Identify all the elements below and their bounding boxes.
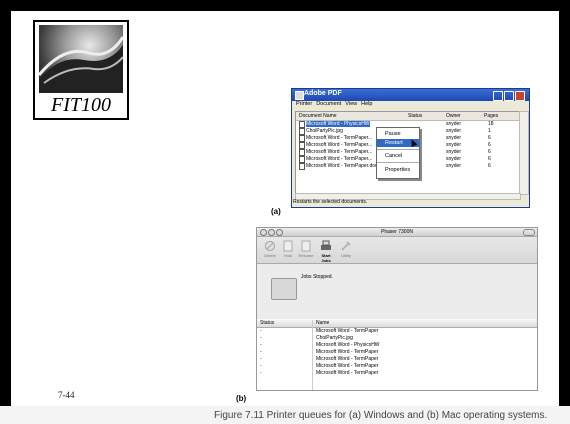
document-icon — [299, 121, 305, 128]
menu-item-cancel[interactable]: Cancel — [377, 152, 419, 160]
menu-item-properties[interactable]: Properties — [377, 166, 419, 174]
maximize-button[interactable] — [504, 91, 514, 101]
toolbar-toggle-button[interactable] — [523, 229, 535, 236]
resume-button[interactable]: Resume — [297, 240, 315, 258]
column-headers: Document Name Status Owner Pages — [296, 112, 520, 121]
list-item[interactable]: - ChoiPartyPic.jpg — [257, 335, 537, 342]
document-icon — [299, 156, 305, 163]
utility-icon — [341, 241, 351, 251]
menu-view[interactable]: View — [345, 101, 357, 107]
col-owner[interactable]: Owner — [446, 113, 461, 119]
list-item[interactable]: - Microsoft Word - TermPaper — [257, 370, 537, 377]
printer-icon — [271, 278, 297, 300]
vertical-scrollbar[interactable] — [519, 111, 529, 195]
delete-button[interactable]: Delete — [261, 240, 279, 258]
hold-button[interactable]: Hold — [279, 240, 297, 258]
toolbar: Delete Hold Resume Start Jobs Utility — [257, 237, 537, 264]
start-jobs-icon — [321, 240, 331, 250]
list-item[interactable]: - Microsoft Word - TermPaper — [257, 328, 537, 335]
close-button[interactable] — [515, 91, 525, 101]
label-b: (b) — [236, 394, 247, 403]
window-title: Adobe PDF — [304, 90, 342, 97]
window-title: Phaser 7300N — [381, 229, 413, 235]
job-list: Status Name - Microsoft Word - TermPaper … — [257, 320, 537, 390]
utility-button[interactable]: Utility — [337, 240, 355, 258]
label-a: (a) — [271, 207, 281, 216]
document-icon — [299, 135, 305, 142]
menu-help[interactable]: Help — [361, 101, 372, 107]
list-item[interactable]: - Microsoft Word - TermPaper — [257, 363, 537, 370]
delete-icon — [264, 240, 276, 252]
col-status[interactable]: Status — [260, 320, 274, 326]
list-item[interactable]: - Microsoft Word - TermPaper — [257, 356, 537, 363]
document-icon — [299, 142, 305, 149]
document-icon — [299, 128, 305, 135]
printer-status-area: Jobs Stopped. — [257, 264, 537, 319]
printer-icon — [295, 91, 304, 100]
hold-icon — [283, 240, 293, 252]
menu-separator — [377, 162, 419, 163]
col-status[interactable]: Status — [408, 113, 422, 119]
start-jobs-button[interactable]: Start Jobs — [317, 240, 335, 263]
title-bar: Adobe PDF — [292, 89, 529, 101]
title-bar: Phaser 7300N — [257, 228, 537, 237]
col-pages[interactable]: Pages — [484, 113, 498, 119]
menu-printer[interactable]: Printer — [296, 101, 312, 107]
list-item[interactable]: - Microsoft Word - TermPaper — [257, 349, 537, 356]
figure-caption: Figure 7.11 Printer queues for (a) Windo… — [214, 410, 548, 421]
wave-image — [39, 25, 123, 93]
page-number: 7-44 — [58, 390, 75, 400]
menu-bar: Printer Document View Help — [292, 101, 529, 110]
list-item[interactable]: - Microsoft Word - PhysicsHW — [257, 342, 537, 349]
document-icon — [299, 149, 305, 156]
column-headers: Status Name — [257, 320, 537, 328]
document-icon — [299, 163, 305, 170]
resume-icon — [301, 240, 311, 252]
fit100-logo: FIT100 — [33, 20, 129, 120]
col-document-name[interactable]: Document Name — [299, 113, 337, 119]
status-text: Jobs Stopped. — [301, 274, 333, 280]
menu-document[interactable]: Document — [316, 101, 341, 107]
minimize-button[interactable] — [493, 91, 503, 101]
menu-item-pause[interactable]: Pause — [377, 130, 419, 138]
col-name[interactable]: Name — [316, 320, 329, 326]
logo-text: FIT100 — [51, 94, 111, 116]
status-bar: Restarts the selected documents. — [293, 199, 368, 205]
context-menu: Pause Restart Cancel Properties — [376, 127, 420, 179]
mac-printer-queue-window: Phaser 7300N Delete Hold Resume Start Jo… — [256, 227, 538, 391]
menu-separator — [377, 149, 419, 150]
